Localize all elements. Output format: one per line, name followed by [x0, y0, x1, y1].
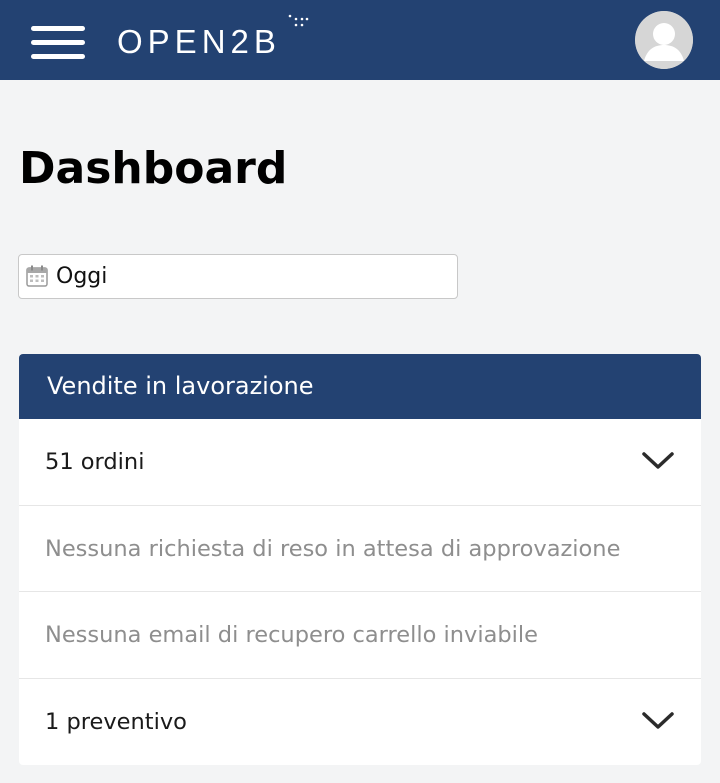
user-avatar-icon[interactable] — [635, 11, 693, 69]
orders-row[interactable]: 51 ordini — [19, 419, 701, 506]
date-range-value: Oggi — [56, 264, 108, 289]
logo-dots-icon — [288, 14, 309, 27]
cart-recovery-row-label: Nessuna email di recupero carrello invia… — [45, 622, 539, 648]
cart-recovery-row: Nessuna email di recupero carrello invia… — [19, 592, 701, 679]
quotes-row-label: 1 preventivo — [45, 708, 187, 735]
orders-row-label: 51 ordini — [45, 449, 145, 475]
returns-row-label: Nessuna richiesta di reso in attesa di a… — [45, 535, 621, 562]
returns-row: Nessuna richiesta di reso in attesa di a… — [19, 506, 701, 592]
panel-title: Vendite in lavorazione — [19, 354, 701, 419]
top-bar: OPEN2B — [0, 0, 720, 80]
hamburger-menu-icon[interactable] — [31, 26, 85, 60]
chevron-down-icon[interactable] — [641, 451, 675, 471]
chevron-down-icon[interactable] — [641, 711, 675, 731]
sales-in-progress-panel: Vendite in lavorazione 51 ordini Nessuna… — [19, 354, 701, 765]
quotes-row[interactable]: 1 preventivo — [19, 679, 701, 766]
date-range-selector[interactable]: Oggi — [18, 254, 458, 299]
calendar-icon — [26, 265, 48, 287]
page-title: Dashboard — [19, 143, 288, 194]
open2b-logo[interactable]: OPEN2B — [117, 22, 281, 62]
